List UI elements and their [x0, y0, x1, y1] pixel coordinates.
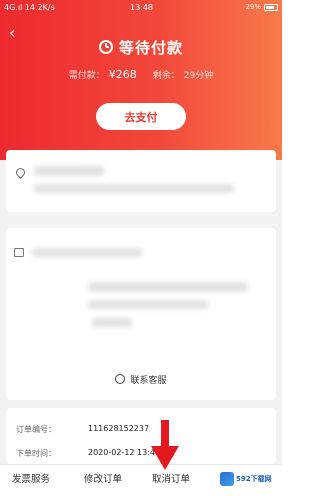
clock-icon [98, 40, 113, 54]
order-time-label: 下单时间： [16, 449, 56, 458]
contact-service-button[interactable]: 联系客服 [6, 370, 276, 388]
battery-percent: 29% [245, 3, 261, 11]
watermark-logo-icon [220, 472, 234, 486]
blurred-address-detail [34, 184, 234, 193]
blurred-product-spec [88, 300, 208, 309]
order-info-card: 订单编号： 111628152237 下单时间： 2020-02-12 13:4 [6, 408, 276, 464]
watermark: 592下载网 [220, 466, 280, 492]
chat-icon [115, 374, 126, 384]
battery-icon [264, 4, 278, 11]
page-title: 等待付款 [0, 36, 282, 58]
order-time-row: 下单时间： 2020-02-12 13:4 [16, 448, 155, 459]
status-bar: 4G.ıl 14.2K/s 13:48 29% [0, 0, 282, 15]
order-time-value: 2020-02-12 13:4 [88, 448, 155, 457]
contact-service-label: 联系客服 [130, 375, 167, 386]
battery-status: 29% [245, 0, 278, 15]
payment-summary: 需付款： ¥268 剩余： 29分钟 [0, 68, 282, 82]
remaining-label: 剩余： [152, 71, 180, 81]
blurred-product-price [92, 318, 132, 327]
network-status: 4G.ıl 14.2K/s [4, 3, 55, 12]
order-number-value: 111628152237 [88, 424, 150, 433]
modify-order-button[interactable]: 修改订单 [78, 465, 128, 495]
blurred-product-title [88, 282, 248, 292]
pay-button[interactable]: 去支付 [96, 103, 186, 130]
address-card[interactable] [6, 150, 276, 212]
watermark-text: 592下载网 [236, 475, 272, 483]
amount-label: 需付款： [68, 71, 105, 81]
remaining-value: 29分钟 [183, 71, 214, 81]
order-number-row: 订单编号： 111628152237 [16, 424, 149, 435]
red-down-arrow-icon [151, 420, 179, 470]
title-text: 等待付款 [118, 38, 183, 57]
goods-card: 联系客服 [6, 228, 276, 400]
amount-value: ¥268 [108, 68, 137, 81]
clock-time: 13:48 [130, 3, 154, 12]
blurred-shop-name [32, 248, 142, 257]
location-pin-icon [14, 166, 27, 179]
shop-icon [14, 248, 24, 257]
header-banner: 4G.ıl 14.2K/s 13:48 29% ‹ 等待付款 需付款： ¥268… [0, 0, 282, 160]
invoice-service-button[interactable]: 发票服务 [6, 465, 56, 495]
order-number-label: 订单编号： [16, 425, 56, 434]
blurred-address-name [34, 166, 104, 176]
